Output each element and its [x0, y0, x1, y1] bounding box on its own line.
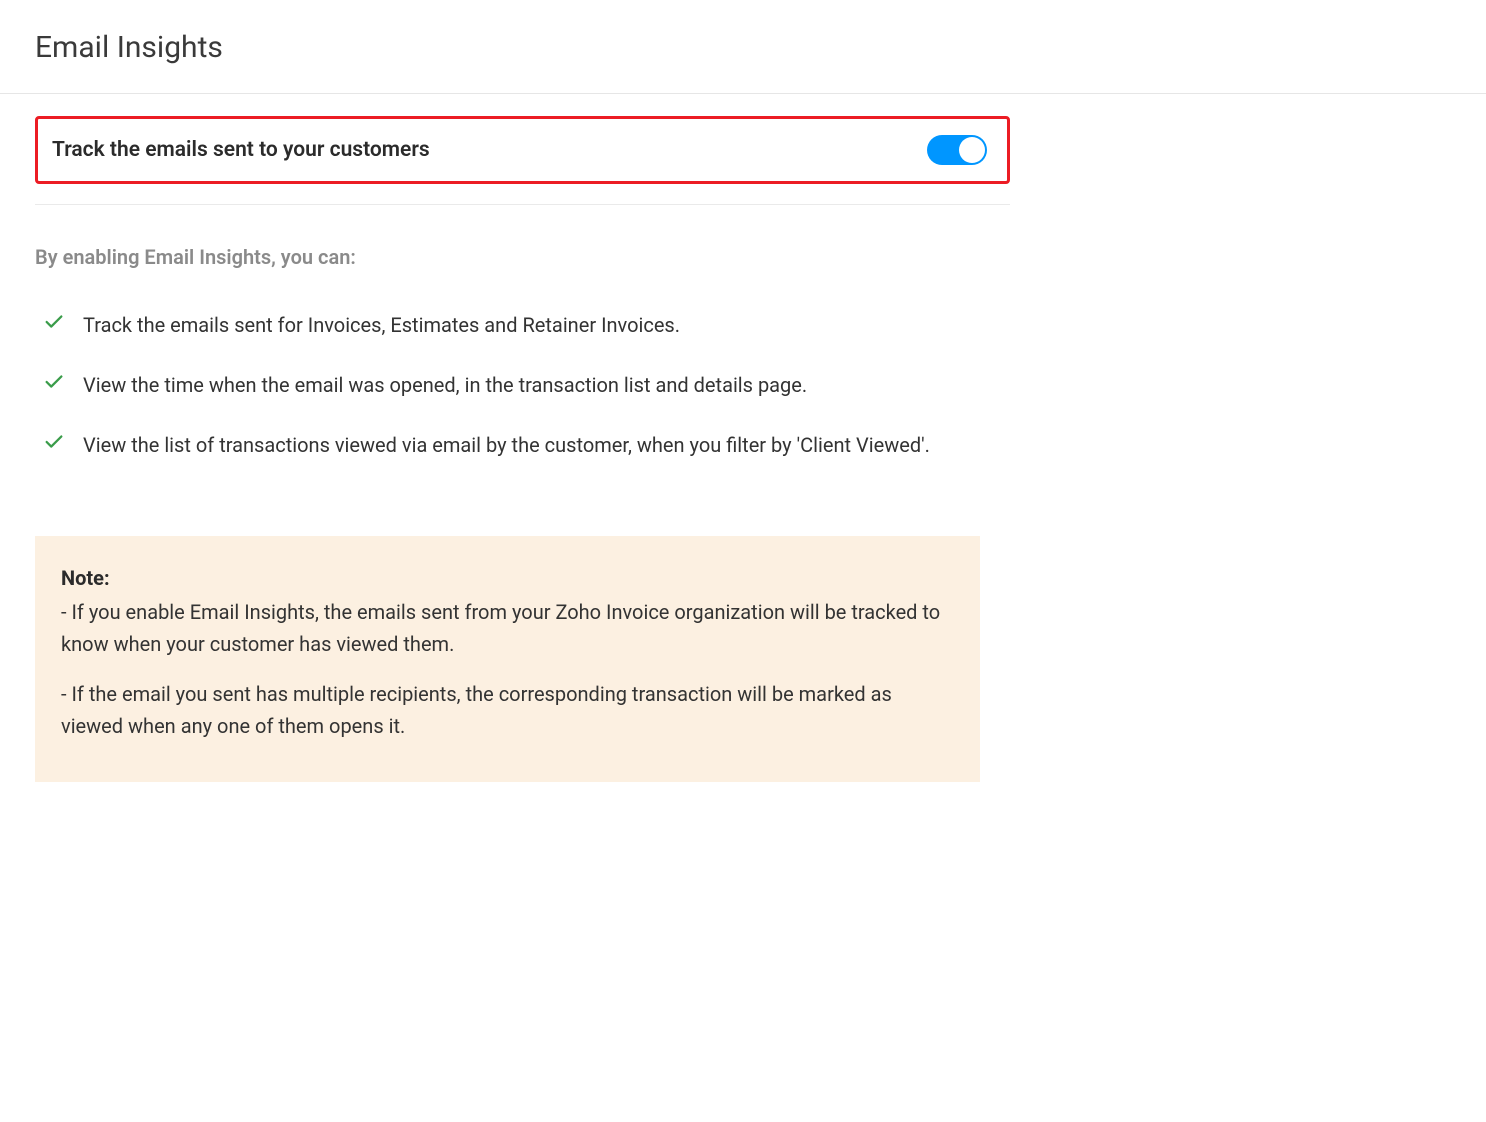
- track-emails-label: Track the emails sent to your customers: [52, 138, 430, 162]
- feature-item: View the list of transactions viewed via…: [35, 429, 995, 461]
- section-divider: [35, 204, 1010, 205]
- features-subhead: By enabling Email Insights, you can:: [35, 245, 1451, 269]
- divider: [0, 93, 1486, 94]
- check-icon: [43, 311, 65, 333]
- feature-text: View the list of transactions viewed via…: [83, 429, 930, 461]
- feature-text: View the time when the email was opened,…: [83, 369, 807, 401]
- note-line: - If the email you sent has multiple rec…: [61, 678, 954, 742]
- note-title: Note:: [61, 566, 954, 590]
- track-emails-toggle[interactable]: [927, 135, 987, 165]
- feature-list: Track the emails sent for Invoices, Esti…: [35, 309, 995, 461]
- check-icon: [43, 371, 65, 393]
- track-emails-toggle-card: Track the emails sent to your customers: [35, 116, 1010, 184]
- feature-text: Track the emails sent for Invoices, Esti…: [83, 309, 680, 341]
- toggle-knob: [959, 137, 985, 163]
- feature-item: View the time when the email was opened,…: [35, 369, 995, 401]
- feature-item: Track the emails sent for Invoices, Esti…: [35, 309, 995, 341]
- check-icon: [43, 431, 65, 453]
- page-title: Email Insights: [35, 30, 1451, 65]
- note-line: - If you enable Email Insights, the emai…: [61, 596, 954, 660]
- note-box: Note: - If you enable Email Insights, th…: [35, 536, 980, 782]
